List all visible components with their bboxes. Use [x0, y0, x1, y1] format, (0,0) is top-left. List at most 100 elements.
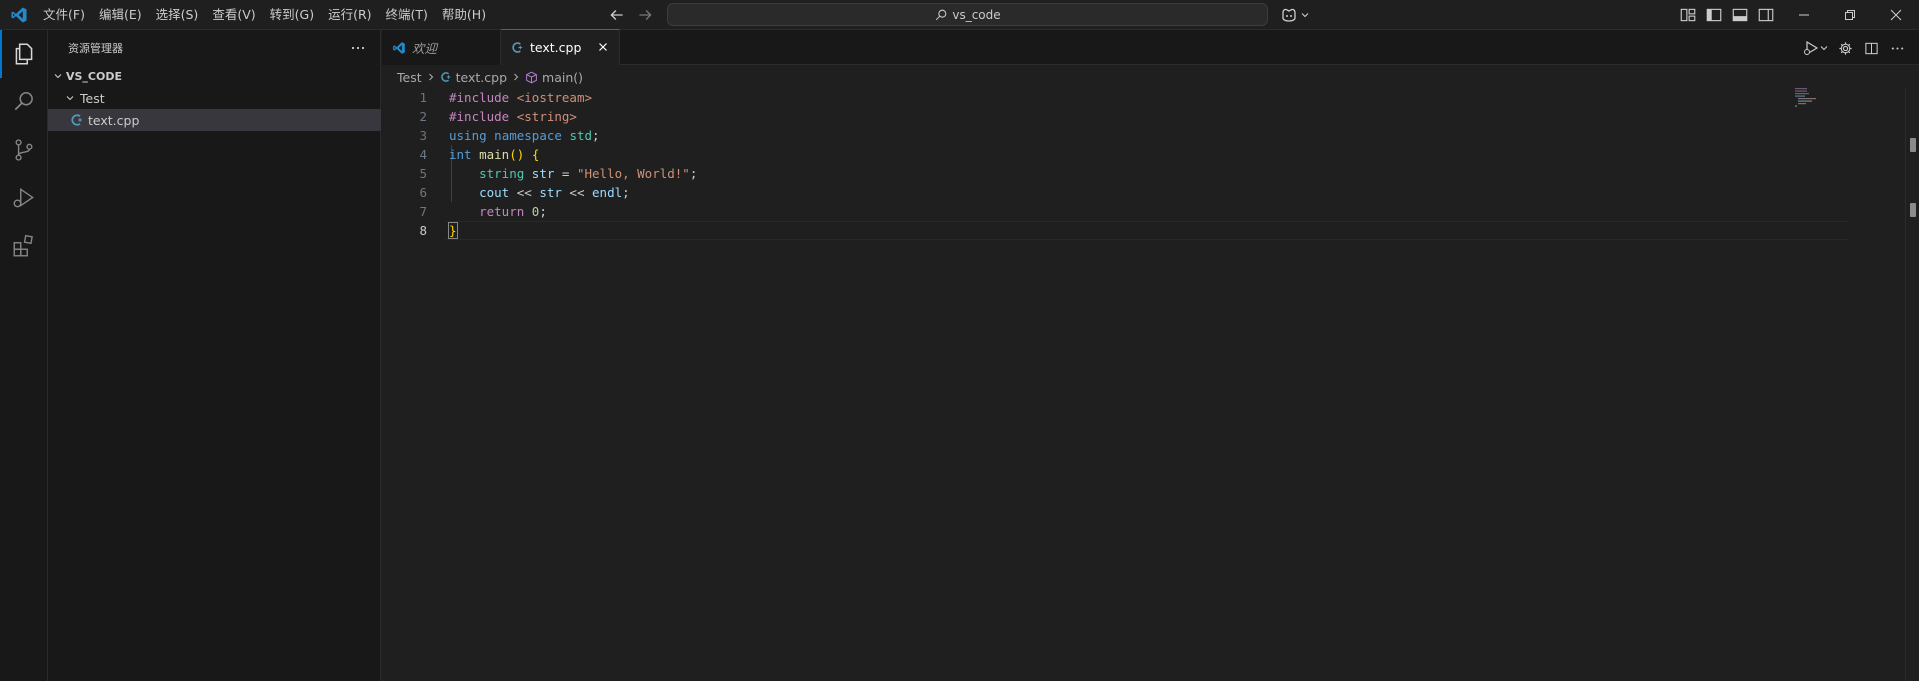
- workspace-section[interactable]: VS_CODE: [48, 65, 381, 87]
- toggle-panel-icon[interactable]: [1731, 6, 1749, 24]
- current-line-highlight: [446, 221, 1849, 240]
- tree-folder-test[interactable]: Test: [48, 87, 381, 109]
- code-line: using namespace std;: [449, 128, 600, 143]
- more-icon: [351, 46, 365, 50]
- breadcrumb-symbol[interactable]: main(): [525, 70, 583, 85]
- code-line: #include <string>: [449, 109, 577, 124]
- tab-label: 欢迎: [412, 41, 438, 56]
- more-actions-button[interactable]: [1887, 38, 1907, 58]
- code-line: }: [448, 222, 458, 239]
- breadcrumb-file[interactable]: text.cpp: [440, 70, 507, 85]
- menu-selection[interactable]: 选择(S): [149, 3, 206, 27]
- menu-bar: 文件(F) 编辑(E) 选择(S) 查看(V) 转到(G) 运行(R) 终端(T…: [36, 0, 493, 30]
- cpp-file-icon: [512, 42, 523, 53]
- breadcrumb-symbol-label: main(): [542, 69, 584, 85]
- breadcrumb-folder[interactable]: Test: [397, 70, 422, 85]
- code-line: string str = "Hello, World!";: [479, 166, 698, 181]
- more-actions-icon: [1891, 46, 1903, 50]
- cpp-file-icon: [71, 114, 82, 126]
- menu-go[interactable]: 转到(G): [263, 3, 321, 27]
- run-icon: [1804, 40, 1828, 56]
- code-line: int main() {: [449, 147, 540, 162]
- explorer-icon: [15, 43, 33, 65]
- tab-label: text.cpp: [530, 40, 582, 55]
- sidebar-title: 资源管理器: [68, 41, 123, 55]
- chevron-down-icon: [50, 68, 66, 84]
- line-number: 4: [419, 147, 427, 162]
- close-window-button[interactable]: [1873, 0, 1919, 30]
- menu-help[interactable]: 帮助(H): [435, 3, 493, 27]
- code-line: #include <iostream>: [449, 90, 593, 105]
- line-number: 7: [419, 204, 427, 219]
- vscode-logo-icon: [393, 41, 405, 54]
- activity-extensions[interactable]: [0, 222, 48, 270]
- split-editor-icon: [1864, 42, 1878, 54]
- menu-view[interactable]: 查看(V): [205, 3, 262, 27]
- workspace-name: VS_CODE: [66, 69, 123, 83]
- vscode-logo-icon[interactable]: [10, 6, 28, 24]
- minimize-icon: [1799, 14, 1809, 16]
- command-center-label: vs_code: [952, 7, 1001, 22]
- activity-run-debug[interactable]: [0, 174, 48, 222]
- code-line: return 0;: [479, 204, 547, 219]
- editor-tabs: 欢迎 text.cpp: [382, 29, 1919, 65]
- file-label: text.cpp: [88, 112, 140, 128]
- breadcrumb: Test text.cpp main(): [382, 66, 583, 88]
- sidebar-header: 资源管理器: [48, 30, 381, 65]
- toggle-primary-sidebar-icon[interactable]: [1705, 6, 1723, 24]
- copilot-icon: [1282, 8, 1296, 22]
- sidebar-more-button[interactable]: [348, 38, 368, 58]
- vertical-scrollbar[interactable]: [1905, 88, 1919, 681]
- search-icon: [936, 9, 947, 20]
- search-icon: [14, 92, 33, 111]
- source-control-icon: [15, 139, 33, 161]
- title-bar: 文件(F) 编辑(E) 选择(S) 查看(V) 转到(G) 运行(R) 终端(T…: [0, 0, 1919, 30]
- folder-label: Test: [80, 90, 105, 106]
- activity-source-control[interactable]: [0, 126, 48, 174]
- restore-icon: [1845, 10, 1855, 20]
- settings-button[interactable]: [1835, 38, 1855, 58]
- line-number: 8: [419, 223, 427, 238]
- scrollbar-marker: [1910, 138, 1916, 152]
- arrow-left-icon[interactable]: [608, 6, 626, 24]
- code-editor[interactable]: 1 2 3 4 5 6 7 8 #include <iostream> #inc…: [382, 88, 1919, 681]
- settings-gear-icon: [1838, 41, 1852, 55]
- tree-file-text-cpp[interactable]: text.cpp: [48, 109, 381, 131]
- run-debug-icon: [13, 188, 34, 208]
- activity-bar: [0, 30, 48, 681]
- chevron-down-icon: [1301, 13, 1309, 18]
- tab-close-button[interactable]: [595, 39, 611, 55]
- minimap[interactable]: [1795, 88, 1835, 108]
- restore-button[interactable]: [1827, 0, 1873, 30]
- line-number: 6: [419, 185, 427, 200]
- split-editor-button[interactable]: [1861, 38, 1881, 58]
- line-number: 5: [419, 166, 427, 181]
- run-cpp-button[interactable]: [1800, 38, 1832, 58]
- activity-explorer[interactable]: [0, 30, 48, 78]
- command-center[interactable]: vs_code: [667, 3, 1268, 26]
- close-icon: [1890, 9, 1902, 21]
- breadcrumb-file-label: text.cpp: [455, 69, 508, 85]
- tab-welcome[interactable]: 欢迎: [382, 30, 501, 65]
- line-number: 2: [419, 109, 427, 124]
- code-line: cout << str << endl;: [479, 185, 630, 200]
- menu-edit[interactable]: 编辑(E): [92, 3, 149, 27]
- tab-text-cpp[interactable]: text.cpp: [501, 29, 620, 65]
- customize-layout-icon[interactable]: [1679, 6, 1697, 24]
- scrollbar-marker: [1910, 203, 1916, 217]
- menu-terminal[interactable]: 终端(T): [379, 3, 435, 27]
- activity-search[interactable]: [0, 78, 48, 126]
- breadcrumb-folder-label: Test: [397, 69, 422, 85]
- chevron-right-icon: [514, 73, 519, 81]
- minimize-button[interactable]: [1781, 0, 1827, 30]
- line-number: 3: [419, 128, 427, 143]
- menu-file[interactable]: 文件(F): [36, 3, 92, 27]
- menu-run[interactable]: 运行(R): [321, 3, 378, 27]
- chevron-right-icon: [428, 73, 433, 81]
- cpp-file-icon: [440, 72, 450, 82]
- arrow-right-icon[interactable]: [636, 6, 654, 24]
- symbol-method-icon: [526, 71, 537, 83]
- toggle-secondary-sidebar-icon[interactable]: [1757, 6, 1775, 24]
- explorer-sidebar: 资源管理器 VS_CODE Test text.cpp: [48, 30, 381, 681]
- copilot-button[interactable]: [1280, 5, 1314, 25]
